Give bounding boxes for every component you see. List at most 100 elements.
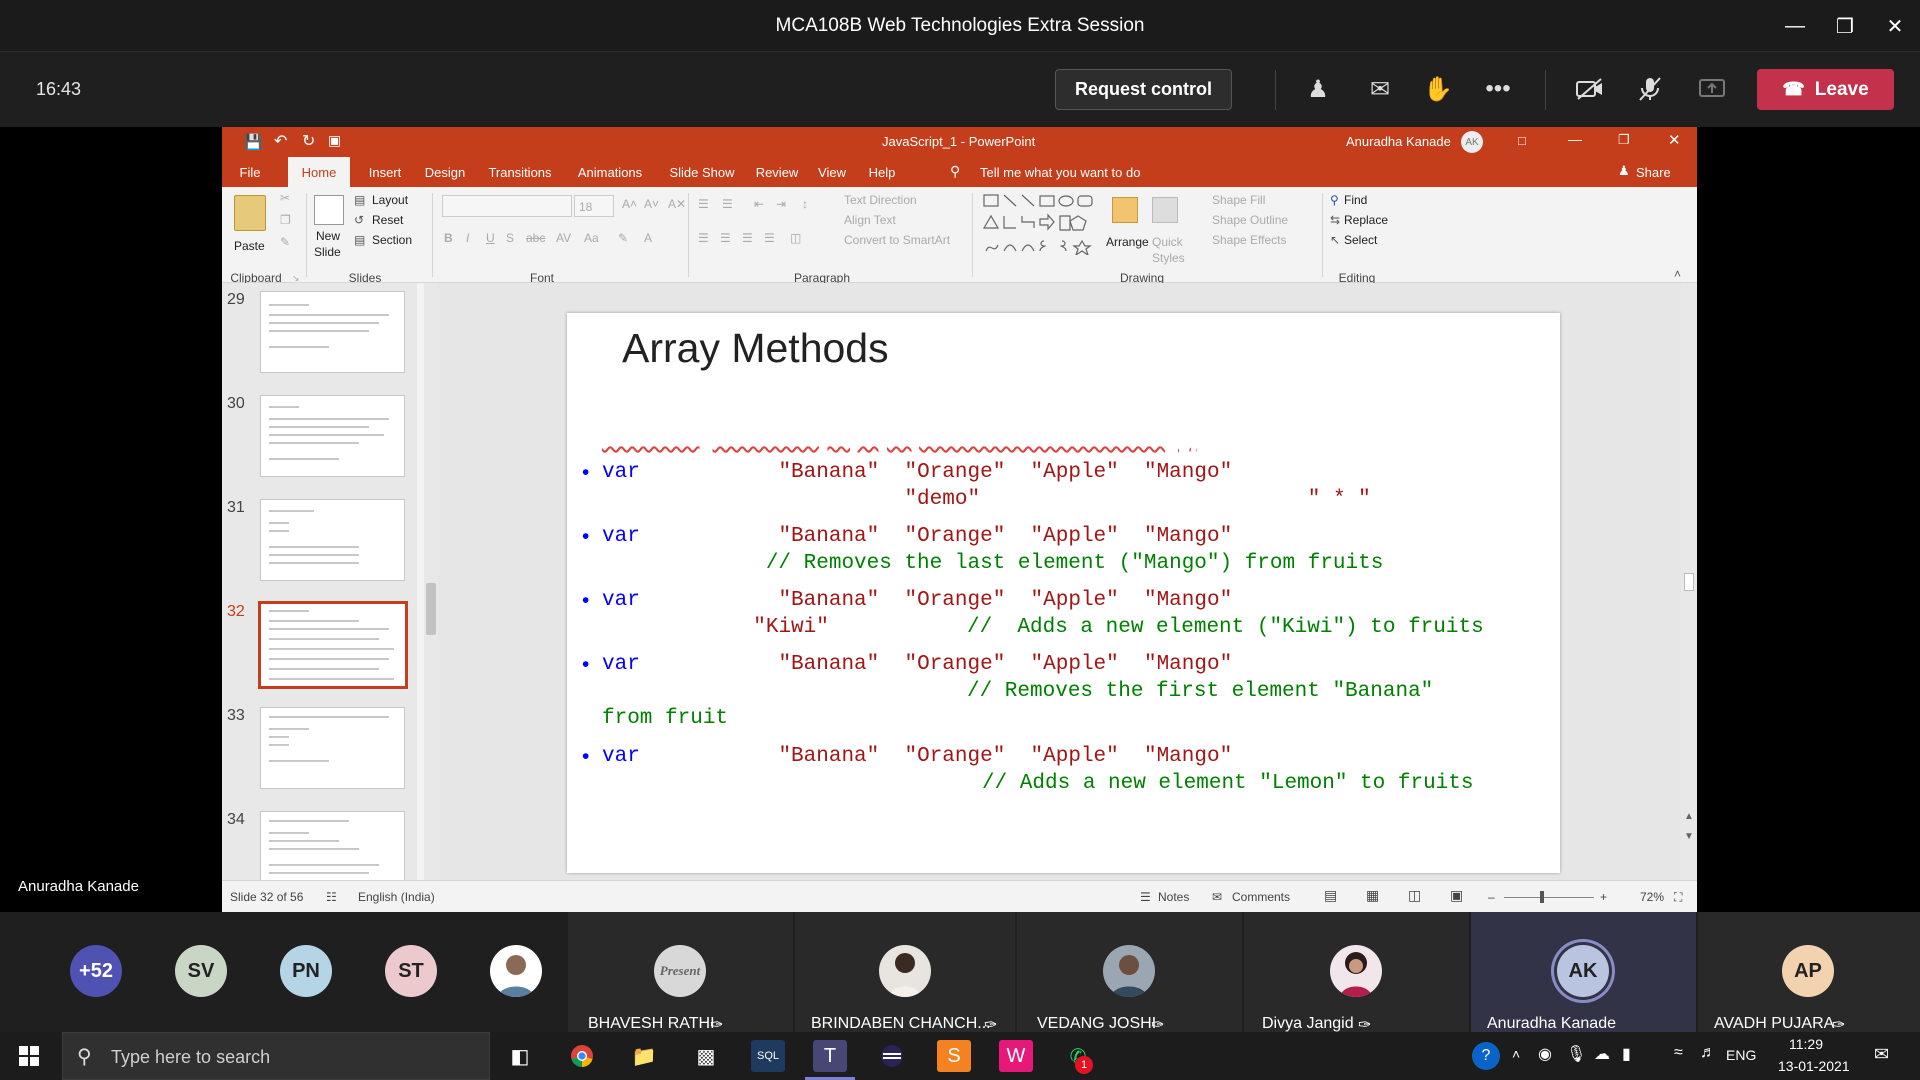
next-slide-icon[interactable]: ▼: [1684, 831, 1694, 842]
battery-icon[interactable]: ▮: [1622, 1044, 1631, 1064]
section-button[interactable]: Section: [372, 233, 412, 247]
slide-thumbnail-30[interactable]: [260, 395, 405, 477]
arrange-icon[interactable]: [1112, 197, 1138, 223]
tab-slide-show[interactable]: Slide Show: [662, 157, 742, 187]
shape-effects-button[interactable]: Shape Effects: [1212, 233, 1287, 247]
ppt-user-avatar[interactable]: AK: [1461, 131, 1483, 153]
bullet-2[interactable]: document.getElementById(“myid”).innerHTM…: [602, 426, 1197, 450]
participant-tile-brindaben[interactable]: BRINDABEN CHANCH... ✑: [795, 912, 1015, 1034]
strike-icon[interactable]: abc: [526, 231, 545, 245]
ppt-restore-icon[interactable]: ❐: [1618, 132, 1630, 148]
participant-tile-avadh[interactable]: AP AVADH PUJARA ✑: [1698, 912, 1920, 1034]
bullet-5-line-1[interactable]: var fruits = ["Banana", "Orange", "Apple…: [602, 589, 1257, 612]
scroll-thumb[interactable]: [1684, 573, 1694, 591]
bullets-icon[interactable]: ☰: [698, 197, 709, 211]
chat-icon[interactable]: ✉: [1358, 67, 1402, 111]
eclipse-icon[interactable]: [875, 1040, 909, 1072]
taskbar-clock-time[interactable]: 11:29: [1789, 1036, 1823, 1052]
start-from-beginning-icon[interactable]: ▣: [328, 132, 341, 149]
bullet-3-line-1[interactable]: var fruits = ["Banana", "Orange", "Apple…: [602, 461, 1257, 484]
more-participants-avatar[interactable]: +52: [70, 945, 122, 997]
grow-font-icon[interactable]: A˄: [622, 197, 637, 211]
mysql-workbench-icon[interactable]: SQL: [751, 1040, 785, 1072]
layout-button[interactable]: Layout: [372, 193, 408, 207]
volume-icon[interactable]: ♬: [1700, 1044, 1716, 1062]
new-slide-label-1[interactable]: New: [316, 229, 340, 243]
bullet-7-line-1[interactable]: var fruits = ["Banana", "Orange", "Apple…: [602, 745, 1257, 768]
chrome-icon[interactable]: [565, 1040, 599, 1072]
bullet-7-line-2[interactable]: fruits.unshift("Lemon");: [602, 772, 904, 795]
undo-icon[interactable]: ↶: [274, 131, 287, 151]
font-name-combo[interactable]: [442, 195, 572, 217]
bullet-7-comment[interactable]: // Adds a new element "Lemon" to fruits: [982, 772, 1473, 795]
underline-icon[interactable]: U: [486, 231, 495, 245]
cut-icon[interactable]: ✂: [280, 191, 290, 205]
prev-slide-icon[interactable]: ▲: [1684, 811, 1694, 822]
onedrive-icon[interactable]: ☁: [1594, 1044, 1610, 1064]
task-view-icon[interactable]: ◧: [503, 1040, 537, 1072]
format-painter-icon[interactable]: ✎: [280, 235, 290, 249]
align-center-icon[interactable]: ☰: [720, 231, 731, 245]
tab-view[interactable]: View: [812, 157, 852, 187]
mic-muted-icon[interactable]: [1628, 67, 1672, 111]
bullet-1[interactable]: var fruits = ["Banana", "Orange", "Apple…: [602, 389, 1079, 413]
request-control-button[interactable]: Request control: [1055, 69, 1232, 110]
shape-fill-button[interactable]: Shape Fill: [1212, 193, 1265, 207]
zoom-in-icon[interactable]: +: [1600, 890, 1607, 904]
restore-icon[interactable]: ❐: [1820, 0, 1870, 52]
thumbnails-scrollbar[interactable]: [424, 283, 438, 880]
tab-design[interactable]: Design: [420, 157, 470, 187]
teams-icon[interactable]: T: [813, 1040, 847, 1072]
participant-avatar-pn[interactable]: PN: [280, 945, 332, 997]
highlight-icon[interactable]: ✎: [618, 231, 628, 245]
shadow-icon[interactable]: S: [506, 231, 514, 245]
copy-icon[interactable]: ❐: [280, 213, 291, 227]
paste-button[interactable]: Paste: [234, 239, 265, 253]
font-size-combo[interactable]: 18: [574, 195, 614, 217]
char-spacing-icon[interactable]: AV: [556, 231, 571, 245]
decrease-indent-icon[interactable]: ⇤: [754, 197, 764, 211]
help-icon[interactable]: ?: [1472, 1042, 1500, 1070]
participant-avatar-sv[interactable]: SV: [175, 945, 227, 997]
current-slide[interactable]: Array Methods • var fruits = ["Banana", …: [567, 313, 1560, 873]
start-windows-icon[interactable]: [0, 1032, 58, 1080]
tab-help[interactable]: Help: [862, 157, 902, 187]
bullet-6-line-1[interactable]: var fruits = ["Banana", "Orange", "Apple…: [602, 653, 1257, 676]
bullet-3-line-2[interactable]: document.getElementById("demo").innerHTM…: [602, 488, 1396, 511]
text-direction-button[interactable]: Text Direction: [844, 193, 917, 207]
leave-button[interactable]: ☎ Leave: [1757, 69, 1894, 110]
fit-to-window-icon[interactable]: ⛶: [1674, 890, 1682, 905]
ppt-minimize-icon[interactable]: —: [1568, 131, 1582, 147]
ppt-share-button[interactable]: Share: [1636, 165, 1671, 180]
numbering-icon[interactable]: ☰: [722, 197, 733, 211]
show-hidden-icons-chevron[interactable]: ˄: [1512, 1046, 1520, 1062]
slide-thumbnail-32-selected[interactable]: [258, 601, 408, 689]
tab-home[interactable]: Home: [288, 157, 350, 187]
participant-tile-bhavesh[interactable]: Present BHAVESH RATHI ✑: [568, 912, 793, 1034]
quick-styles-label-1[interactable]: Quick: [1152, 235, 1183, 249]
justify-icon[interactable]: ☰: [764, 231, 775, 245]
camera-tray-icon[interactable]: ◉: [1538, 1044, 1552, 1064]
zoom-slider-thumb[interactable]: [1540, 891, 1544, 903]
notes-button[interactable]: Notes: [1158, 890, 1189, 904]
clear-format-icon[interactable]: A✕: [668, 197, 686, 211]
participant-photo-avatar[interactable]: [490, 945, 542, 997]
slide-vertical-scrollbar[interactable]: ▲ ▼: [1681, 283, 1697, 880]
new-slide-icon[interactable]: [314, 195, 344, 225]
columns-icon[interactable]: ◫: [790, 231, 801, 245]
align-left-icon[interactable]: ☰: [698, 231, 709, 245]
slide-thumbnail-29[interactable]: [260, 291, 405, 373]
shrink-font-icon[interactable]: A˅: [644, 197, 659, 211]
camera-off-icon[interactable]: [1568, 67, 1612, 111]
participant-tile-anuradha-speaking[interactable]: AK Anuradha Kanade: [1471, 912, 1696, 1032]
bold-icon[interactable]: B: [444, 231, 453, 245]
line-spacing-icon[interactable]: ↕: [802, 197, 808, 211]
tab-animations[interactable]: Animations: [570, 157, 650, 187]
action-center-icon[interactable]: ✉: [1874, 1044, 1889, 1065]
share-screen-icon[interactable]: [1690, 67, 1734, 111]
bullet-6-line-3[interactable]: from fruit: [602, 707, 728, 730]
participant-tile-divya[interactable]: Divya Jangid ✑: [1244, 912, 1469, 1034]
bullet-4-line-2[interactable]: fruits.pop();// Removes the last element…: [602, 552, 1383, 575]
bullet-5-comment[interactable]: // Adds a new element ("Kiwi") to fruits: [967, 616, 1484, 639]
tab-file[interactable]: File: [232, 157, 268, 187]
